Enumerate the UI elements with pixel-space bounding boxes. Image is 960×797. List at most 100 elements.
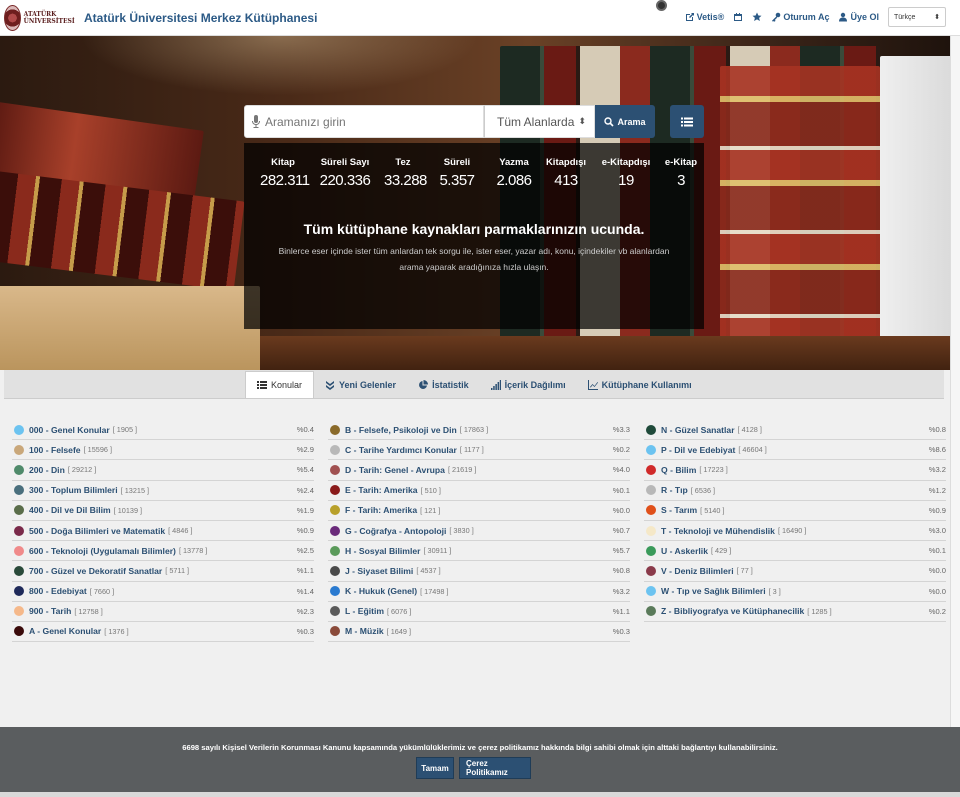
subject-row[interactable]: N - Güzel Sanatlar[ 4128 ] %0.8 [644,420,946,441]
subject-row[interactable]: V - Deniz Bilimleri[ 77 ] %0.0 [644,561,946,582]
subject-name[interactable]: P - Dil ve Edebiyat [661,445,735,455]
subject-name[interactable]: D - Tarih: Genel - Avrupa [345,465,445,475]
cookie-policy-button[interactable]: Çerez Politikamız [459,757,531,779]
subject-count: [ 121 ] [420,505,441,515]
calendar-button[interactable] [733,12,743,22]
subject-row[interactable]: A - Genel Konular[ 1376 ] %0.3 [12,622,314,643]
advanced-search-button[interactable] [670,105,704,138]
subject-row[interactable]: B - Felsefe, Psikoloji ve Din[ 17863 ] %3… [328,420,630,441]
subject-row[interactable]: 500 - Doğa Bilimleri ve Matematik[ 4846 … [12,521,314,542]
subject-name[interactable]: B - Felsefe, Psikoloji ve Din [345,425,457,435]
subject-row[interactable]: 800 - Edebiyat[ 7660 ] %1.4 [12,582,314,602]
subject-name[interactable]: K - Hukuk (Genel) [345,586,417,596]
subject-name[interactable]: J - Siyaset Bilimi [345,566,413,576]
subject-row[interactable]: G - Coğrafya - Antopoloji[ 3830 ] %0.7 [328,521,630,542]
tab-4[interactable]: Kütüphane Kullanımı [577,371,703,398]
subject-row[interactable]: F - Tarih: Amerika[ 121 ] %0.0 [328,501,630,521]
stat-2: Tez 33.288 [384,157,427,189]
line-chart-icon [587,379,598,390]
subject-name[interactable]: 500 - Doğa Bilimleri ve Matematik [29,526,165,536]
subject-row[interactable]: P - Dil ve Edebiyat[ 46604 ] %8.6 [644,440,946,461]
microphone-icon[interactable] [251,114,261,129]
hero-tagline: Tüm kütüphane kaynakları parmaklarınızın… [303,221,645,237]
subject-row[interactable]: W - Tıp ve Sağlık Bilimleri[ 3 ] %0.0 [644,582,946,602]
subject-name[interactable]: 800 - Edebiyat [29,586,87,596]
subject-row[interactable]: K - Hukuk (Genel)[ 17498 ] %3.2 [328,582,630,602]
subject-color-dot [646,424,656,435]
subject-name[interactable]: 700 - Güzel ve Dekoratif Sanatlar [29,566,162,576]
subject-name[interactable]: W - Tıp ve Sağlık Bilimleri [661,586,766,596]
subject-name[interactable]: M - Müzik [345,626,384,636]
subject-name[interactable]: N - Güzel Sanatlar [661,425,735,435]
login-link[interactable]: Oturum Aç [771,12,829,22]
subject-row[interactable]: 200 - Din[ 29212 ] %5.4 [12,460,314,481]
subject-name[interactable]: 000 - Genel Konular [29,425,110,435]
cookie-accept-button[interactable]: Tamam [416,757,454,779]
subject-name[interactable]: R - Tıp [661,485,688,495]
tab-0[interactable]: Konular [245,371,315,398]
subject-row[interactable]: U - Askerlik[ 429 ] %0.1 [644,541,946,562]
subject-name[interactable]: A - Genel Konular [29,626,101,636]
subject-row[interactable]: 700 - Güzel ve Dekoratif Sanatlar[ 5711 … [12,561,314,582]
subject-column: B - Felsefe, Psikoloji ve Din[ 17863 ] %3… [328,420,630,643]
subject-name[interactable]: S - Tarım [661,505,697,515]
university-logo[interactable]: ATATÜRK ÜNİVERSİTESİ [4,2,76,34]
stat-value: 19 [618,172,634,189]
subject-percent: %0.0 [612,505,630,515]
subject-name[interactable]: G - Coğrafya - Antopoloji [345,526,446,536]
subject-row[interactable]: 000 - Genel Konular[ 1905 ] %0.4 [12,420,314,441]
subject-name[interactable]: 300 - Toplum Bilimleri [29,485,118,495]
register-link[interactable]: Üye Ol [838,12,879,22]
subject-row[interactable]: T - Teknoloji ve Mühendislik[ 16490 ] %3.… [644,521,946,542]
subject-row[interactable]: L - Eğitim[ 6076 ] %1.1 [328,602,630,622]
tab-2[interactable]: İstatistik [407,371,480,398]
search-field[interactable] [244,105,484,138]
subject-row[interactable]: Z - Bibliyografya ve Kütüphanecilik[ 128… [644,602,946,622]
subject-row[interactable]: Q - Bilim[ 17223 ] %3.2 [644,460,946,481]
subject-name[interactable]: E - Tarih: Amerika [345,485,418,495]
language-select[interactable]: Türkçe ⬍ [888,7,946,27]
search-scope-select[interactable]: Tüm Alanlarda ⬍ [484,105,595,138]
search-input[interactable] [265,114,465,129]
favorites-button[interactable] [752,12,762,22]
subject-row[interactable]: H - Sosyal Bilimler[ 30911 ] %5.7 [328,541,630,562]
subject-percent: %3.3 [612,425,630,435]
subject-row[interactable]: 400 - Dil ve Dil Bilim[ 10139 ] %1.9 [12,501,314,521]
tab-3[interactable]: İçerik Dağılımı [480,371,577,398]
subject-color-dot [330,626,340,637]
subject-name[interactable]: 100 - Felsefe [29,445,81,455]
subject-row[interactable]: 600 - Teknoloji (Uygulamalı Bilimler)[ 1… [12,541,314,562]
subject-name[interactable]: Z - Bibliyografya ve Kütüphanecilik [661,606,804,616]
page-scrollbar[interactable] [950,36,960,727]
tab-1[interactable]: Yeni Gelenler [314,371,407,398]
subject-row[interactable]: 900 - Tarih[ 12758 ] %2.3 [12,602,314,622]
subject-name[interactable]: H - Sosyal Bilimler [345,546,420,556]
subject-row[interactable]: E - Tarih: Amerika[ 510 ] %0.1 [328,481,630,501]
subject-name[interactable]: 900 - Tarih [29,606,71,616]
stat-label: Süreli [443,157,471,168]
site-title[interactable]: Atatürk Üniversitesi Merkez Kütüphanesi [84,11,317,25]
subject-row[interactable]: S - Tarım[ 5140 ] %0.9 [644,501,946,521]
search-button[interactable]: Arama [595,105,655,138]
subject-row[interactable]: 100 - Felsefe[ 15596 ] %2.9 [12,440,314,461]
subject-name[interactable]: T - Teknoloji ve Mühendislik [661,526,775,536]
subject-row[interactable]: R - Tıp[ 6536 ] %1.2 [644,481,946,501]
subject-row[interactable]: M - Müzik[ 1649 ] %0.3 [328,622,630,643]
subject-name[interactable]: Q - Bilim [661,465,696,475]
subject-name[interactable]: C - Tarihe Yardımcı Konular [345,445,457,455]
subject-name[interactable]: U - Askerlik [661,546,708,556]
vetis-link[interactable]: Vetis® [685,12,724,22]
subject-name[interactable]: 600 - Teknoloji (Uygulamalı Bilimler) [29,546,176,556]
subject-row[interactable]: J - Siyaset Bilimi[ 4537 ] %0.8 [328,561,630,582]
subject-row[interactable]: C - Tarihe Yardımcı Konular[ 1177 ] %0.2 [328,440,630,461]
subject-count: [ 1285 ] [807,606,832,616]
subject-name[interactable]: L - Eğitim [345,606,384,616]
subject-row[interactable]: 300 - Toplum Bilimleri[ 13215 ] %2.4 [12,481,314,501]
subject-name[interactable]: V - Deniz Bilimleri [661,566,734,576]
subject-name[interactable]: 200 - Din [29,465,65,475]
subject-row[interactable]: D - Tarih: Genel - Avrupa[ 21619 ] %4.0 [328,460,630,481]
subject-name[interactable]: 400 - Dil ve Dil Bilim [29,505,111,515]
stat-value: 220.336 [319,172,371,189]
subject-name[interactable]: F - Tarih: Amerika [345,505,417,515]
stat-label: e-Kitap [664,157,698,168]
